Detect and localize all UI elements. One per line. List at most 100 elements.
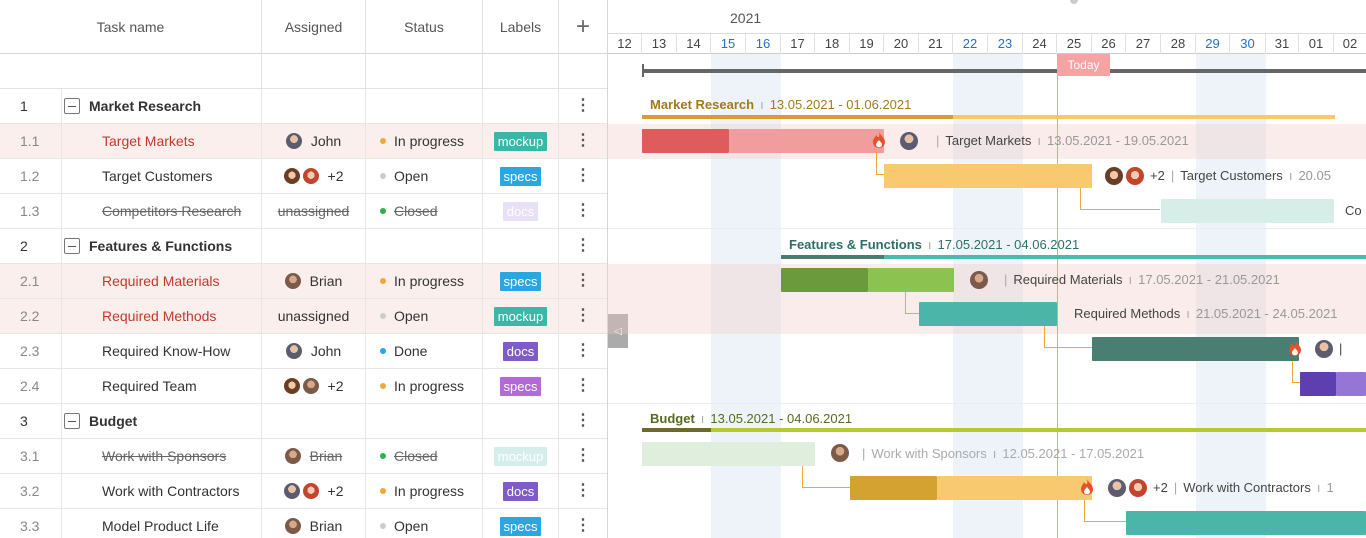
label-tag[interactable]: docs: [502, 341, 539, 361]
task-name[interactable]: Work with Contractors: [62, 474, 262, 508]
task-name[interactable]: Required Methods: [62, 299, 262, 333]
task-bar-target-customers[interactable]: [884, 164, 1092, 188]
column-header-labels[interactable]: Labels: [483, 0, 559, 54]
plus-icon: +: [575, 12, 590, 40]
project-row-budget[interactable]: 3 Budget ⋮: [0, 404, 607, 439]
task-name[interactable]: Required Team: [62, 369, 262, 403]
project-row-features-functions[interactable]: 2 Features & Functions ⋮: [0, 229, 607, 264]
task-bar-required-team[interactable]: [1336, 372, 1366, 396]
task-bar-progress[interactable]: [781, 268, 868, 292]
row-menu-icon[interactable]: ⋮: [575, 448, 591, 464]
label-tag[interactable]: mockup: [493, 306, 548, 326]
row-menu-icon[interactable]: ⋮: [575, 133, 591, 149]
task-name[interactable]: Required Materials: [62, 264, 262, 298]
status-text[interactable]: Done: [394, 343, 427, 359]
column-header-task-name[interactable]: Task name: [0, 0, 262, 54]
collapse-icon[interactable]: [64, 98, 80, 114]
task-row-target-customers[interactable]: 1.2 Target Customers +2 Open specs ⋮: [0, 159, 607, 194]
day-cell: 25: [1057, 34, 1092, 54]
task-bar-required-methods[interactable]: [919, 302, 1057, 326]
project-row-market-research[interactable]: 1 Market Research ⋮: [0, 89, 607, 124]
collapse-icon[interactable]: [64, 413, 80, 429]
task-row-required-team[interactable]: 2.4 Required Team +2 In progress specs ⋮: [0, 369, 607, 404]
project-name[interactable]: Market Research: [89, 98, 201, 114]
assignee-name[interactable]: John: [311, 343, 341, 359]
status-text[interactable]: Open: [394, 518, 428, 534]
row-number: 1.3: [0, 194, 62, 228]
label-tag[interactable]: mockup: [493, 131, 548, 151]
row-menu-icon[interactable]: ⋮: [575, 273, 591, 289]
task-name[interactable]: Required Know-How: [62, 334, 262, 368]
row-menu-icon[interactable]: ⋮: [575, 413, 591, 429]
task-bar-competitors-research[interactable]: [1161, 199, 1334, 223]
column-header-status[interactable]: Status: [366, 0, 483, 54]
assignee-name[interactable]: Brian: [310, 273, 343, 289]
task-bar-required-materials[interactable]: [868, 268, 954, 292]
status-text[interactable]: In progress: [394, 378, 464, 394]
task-row-target-markets[interactable]: 1.1 Target Markets John In progress mock…: [0, 124, 607, 159]
label-tag[interactable]: docs: [502, 481, 539, 501]
status-text[interactable]: Open: [394, 308, 428, 324]
row-menu-icon[interactable]: ⋮: [575, 238, 591, 254]
assignee-name[interactable]: John: [311, 133, 341, 149]
status-text[interactable]: In progress: [394, 133, 464, 149]
status-text[interactable]: Open: [394, 168, 428, 184]
assignee-count[interactable]: +2: [328, 378, 344, 394]
task-name[interactable]: Work with Sponsors: [62, 439, 262, 473]
task-bar-required-know-how[interactable]: [1092, 337, 1299, 361]
task-row-required-know-how[interactable]: 2.3 Required Know-How John Done docs ⋮: [0, 334, 607, 369]
assignee-name[interactable]: unassigned: [262, 299, 366, 333]
label-tag[interactable]: specs: [499, 516, 542, 536]
task-name[interactable]: Target Markets: [62, 124, 262, 158]
label-tag[interactable]: specs: [499, 166, 542, 186]
status-dot-icon: [380, 383, 386, 389]
gantt-project-name: Budget: [650, 411, 695, 426]
row-menu-icon[interactable]: ⋮: [575, 98, 591, 114]
task-name[interactable]: Target Customers: [62, 159, 262, 193]
assignee-name[interactable]: unassigned: [262, 194, 366, 228]
row-menu-icon[interactable]: ⋮: [575, 518, 591, 534]
task-row-model-product-life[interactable]: 3.3 Model Product Life Brian Open specs …: [0, 509, 607, 538]
avatar: [302, 378, 319, 394]
label-tag[interactable]: mockup: [493, 446, 548, 466]
status-text[interactable]: In progress: [394, 483, 464, 499]
task-bar-target-markets[interactable]: [729, 129, 884, 153]
assigned-header-label: Assigned: [284, 18, 343, 35]
assignee-count[interactable]: +2: [328, 483, 344, 499]
label-tag[interactable]: specs: [499, 271, 542, 291]
task-bar-work-with-contractors[interactable]: [937, 476, 1092, 500]
status-text[interactable]: In progress: [394, 273, 464, 289]
assignee-name[interactable]: Brian: [310, 448, 343, 464]
label-tag[interactable]: docs: [502, 201, 539, 221]
row-menu-icon[interactable]: ⋮: [575, 343, 591, 359]
row-menu-icon[interactable]: ⋮: [575, 378, 591, 394]
task-bar-work-with-sponsors[interactable]: [642, 442, 815, 466]
task-row-required-materials[interactable]: 2.1 Required Materials Brian In progress…: [0, 264, 607, 299]
status-text[interactable]: Closed: [394, 203, 438, 219]
project-name[interactable]: Features & Functions: [89, 238, 232, 254]
project-name[interactable]: Budget: [89, 413, 137, 429]
task-row-competitors-research[interactable]: 1.3 Competitors Research unassigned Clos…: [0, 194, 607, 229]
task-row-work-with-sponsors[interactable]: 3.1 Work with Sponsors Brian Closed mock…: [0, 439, 607, 474]
row-menu-icon[interactable]: ⋮: [575, 308, 591, 324]
column-header-assigned[interactable]: Assigned: [262, 0, 366, 54]
task-name[interactable]: Competitors Research: [62, 194, 262, 228]
label-tag[interactable]: specs: [499, 376, 542, 396]
task-bar-progress[interactable]: [642, 129, 729, 153]
add-column-button[interactable]: +: [559, 0, 607, 54]
task-name[interactable]: Model Product Life: [62, 509, 262, 538]
task-bar-progress[interactable]: [1300, 372, 1336, 396]
row-menu-icon[interactable]: ⋮: [575, 203, 591, 219]
row-menu-icon[interactable]: ⋮: [575, 483, 591, 499]
task-row-required-methods[interactable]: 2.2 Required Methods unassigned Open moc…: [0, 299, 607, 334]
status-text[interactable]: Closed: [394, 448, 438, 464]
task-bar-model-product-life[interactable]: [1126, 511, 1366, 535]
task-bar-progress[interactable]: [850, 476, 937, 500]
gantt-project-dates: 13.05.2021 - 04.06.2021: [710, 411, 853, 426]
assignee-count[interactable]: +2: [328, 168, 344, 184]
task-row-work-with-contractors[interactable]: 3.2 Work with Contractors +2 In progress…: [0, 474, 607, 509]
project-remaining-bar: [953, 115, 1335, 119]
assignee-name[interactable]: Brian: [310, 518, 343, 534]
row-menu-icon[interactable]: ⋮: [575, 168, 591, 184]
collapse-icon[interactable]: [64, 238, 80, 254]
